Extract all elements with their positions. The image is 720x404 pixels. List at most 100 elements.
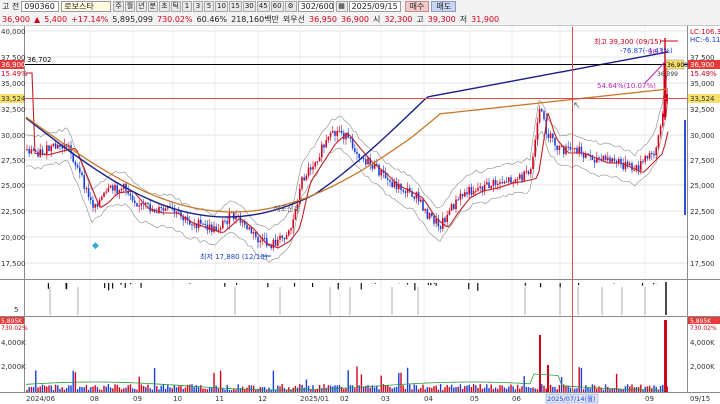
low-label: 저 [459,15,468,24]
volume-bar [237,384,239,392]
chart-area[interactable]: 40,000 37,500 36,900 15.49% 35,000 33,52… [0,26,720,404]
volume-bar [224,389,226,392]
candle-body [129,193,132,196]
volume-bar [131,388,134,392]
volume-bar [424,389,426,392]
candle-body [138,205,140,207]
volume-bar [483,387,486,392]
candle-body [281,235,283,238]
x-label-12: 12 [258,395,267,403]
volume-bar [413,384,415,392]
candle-body [252,232,255,234]
volume-bar [578,367,580,392]
volume-bar [514,389,517,392]
volume-bar [576,388,578,392]
candle-body [380,170,382,176]
period-minute-button[interactable]: 분 [147,1,159,12]
volume-bar [508,386,510,392]
candle-body [611,158,613,163]
date-input[interactable]: 2025/09/15 [348,1,401,12]
volume-bar [281,384,283,392]
period-tick-button[interactable]: 틱 [170,1,181,12]
volume-bar [50,385,52,392]
period-month-button[interactable]: 월 [124,1,136,12]
volume-bar [431,387,433,392]
candle-body [371,164,374,169]
buy-button[interactable]: 매수 [404,1,430,12]
chart-canvas[interactable]: 40,000 37,500 36,900 15.49% 35,000 33,52… [0,26,720,404]
volume-bar [530,388,532,392]
volume-bar [360,374,363,392]
volume-bar [129,384,132,392]
volume-bar [85,385,88,392]
volume-bar [79,386,81,392]
candle-body [569,146,572,150]
volume-bar [362,386,365,392]
volume-bar [466,385,468,392]
candle-body [41,149,44,154]
volume-bar [123,388,125,392]
candle-body [470,187,473,195]
candle-body [101,196,103,200]
volume-spike-last [664,320,667,392]
candle-body [629,163,631,166]
calendar-icon[interactable]: ▦ [335,1,348,12]
interval-5-button[interactable]: 5 [203,1,214,12]
volume-bar [244,389,246,392]
settings-gear-icon[interactable]: ⚙ [284,1,297,12]
candle-body [219,228,222,230]
candle-body [424,209,426,211]
volume-bar [510,384,512,392]
volume-bar [409,384,411,392]
interval-1-button[interactable]: 1 [181,1,192,12]
candle-body [662,113,664,127]
interval-3-button[interactable]: 3 [192,1,203,12]
candle-body [459,193,462,200]
lc-label: LC:106.38 [690,28,720,36]
volume-bar [499,385,501,392]
candle-body [274,239,277,246]
candle-body [534,139,536,157]
interval-60-button[interactable]: 60 [270,1,284,12]
candle-body [602,155,605,161]
candle-body [50,145,52,152]
stock-name-field[interactable]: 로보스타 [61,1,112,12]
candle-body [519,174,521,179]
volume-bar [373,387,376,392]
count-input[interactable]: 302/600 [297,1,334,12]
volume-bar [384,385,387,392]
candle-body [197,219,200,229]
volume-bar [61,387,63,392]
interval-45-button[interactable]: 45 [256,1,270,12]
candle-body [655,147,657,156]
candle-body [354,148,356,153]
volume-bar [136,389,138,392]
volume-bar [351,385,354,392]
sell-button[interactable]: 매도 [431,1,457,12]
interval-10-button[interactable]: 10 [214,1,228,12]
candle-body [514,179,517,183]
candle-body [94,203,96,208]
volume-bar [659,385,662,392]
period-year-button[interactable]: 년 [136,1,147,12]
volume-bar [367,385,369,392]
stock-code-input[interactable]: 090360 [21,1,60,12]
volume-bar [145,386,147,392]
candle-body [640,161,642,171]
volume-bar [464,386,466,392]
right-tick-27500: 27,500 [690,157,715,165]
volume-bar [356,366,358,392]
interval-30-button[interactable]: 30 [242,1,256,12]
candle-body [365,159,367,165]
price-range-bar [684,120,686,215]
volume-bar [395,386,398,392]
candle-body [593,159,596,163]
period-week-button[interactable]: 주 [113,1,124,12]
candle-body [307,167,310,176]
volume-bar [252,385,255,392]
candle-body [558,146,561,151]
vol-left-tick-2000k: 2,000K [1,363,26,371]
volume-bar [301,384,303,392]
period-second-button[interactable]: 초 [159,1,170,12]
interval-15-button[interactable]: 15 [228,1,242,12]
